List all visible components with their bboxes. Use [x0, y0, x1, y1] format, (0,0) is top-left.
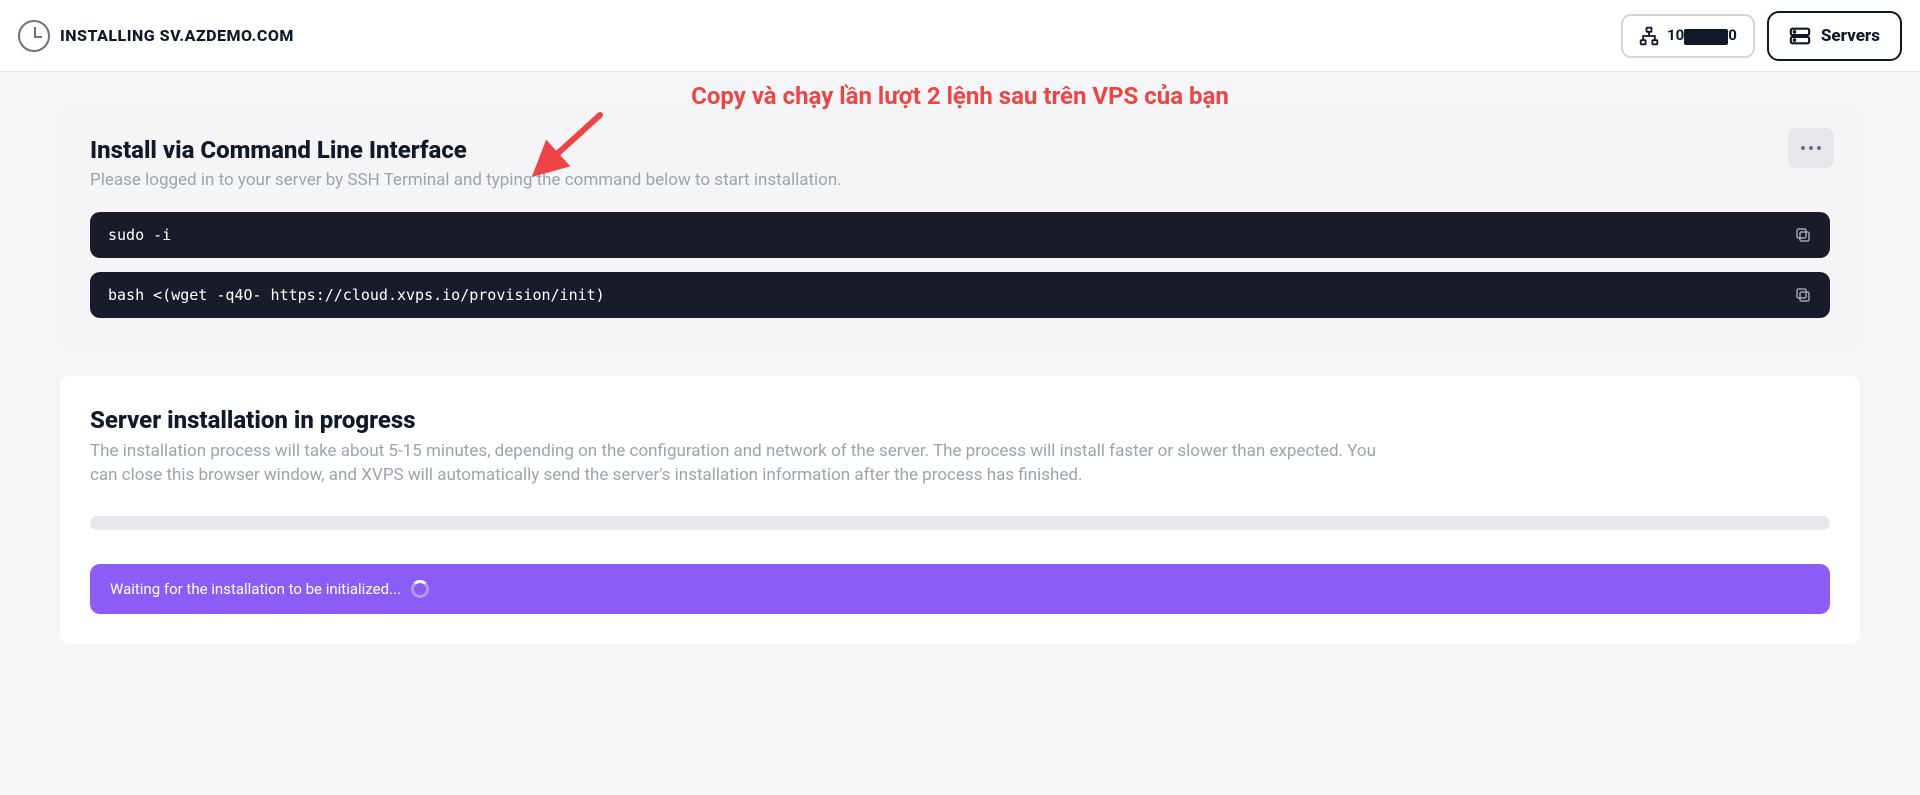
- command-block-2: bash <(wget -q4O- https://cloud.xvps.io/…: [90, 272, 1830, 318]
- instruction-arrow-icon: [530, 110, 610, 180]
- command-text: bash <(wget -q4O- https://cloud.xvps.io/…: [108, 286, 605, 304]
- command-block-1: sudo -i: [90, 212, 1830, 258]
- page-body: Install via Command Line Interface Pleas…: [0, 72, 1920, 678]
- header-right: 10 0 Servers: [1621, 11, 1902, 61]
- progress-subtext: The installation process will take about…: [90, 440, 1390, 488]
- ip-prefix: 10: [1667, 26, 1684, 44]
- cli-install-card: Install via Command Line Interface Pleas…: [60, 106, 1860, 348]
- cli-heading: Install via Command Line Interface: [90, 136, 1830, 164]
- status-banner: Waiting for the installation to be initi…: [90, 564, 1830, 614]
- ip-suffix: 0: [1728, 26, 1737, 44]
- progress-bar: [90, 516, 1830, 530]
- servers-icon: [1789, 25, 1811, 47]
- ip-text: 10 0: [1667, 26, 1737, 44]
- progress-heading: Server installation in progress: [90, 406, 1830, 434]
- copy-icon: [1794, 286, 1812, 304]
- status-text: Waiting for the installation to be initi…: [110, 580, 401, 598]
- ip-badge[interactable]: 10 0: [1621, 14, 1755, 58]
- copy-command-button[interactable]: [1794, 286, 1812, 304]
- network-icon: [1639, 26, 1659, 46]
- copy-icon: [1794, 226, 1812, 244]
- app-header: INSTALLING SV.AZDEMO.COM 10 0 Servers: [0, 0, 1920, 72]
- header-left: INSTALLING SV.AZDEMO.COM: [18, 20, 294, 52]
- clock-icon: [18, 20, 50, 52]
- servers-button[interactable]: Servers: [1767, 11, 1902, 61]
- spinner-icon: [411, 580, 429, 598]
- card-actions-button[interactable]: [1788, 128, 1834, 168]
- ellipsis-icon: [1801, 146, 1821, 150]
- progress-card: Server installation in progress The inst…: [60, 376, 1860, 644]
- ip-redacted: [1684, 29, 1728, 45]
- copy-command-button[interactable]: [1794, 226, 1812, 244]
- cli-subtext: Please logged in to your server by SSH T…: [90, 170, 1830, 190]
- command-text: sudo -i: [108, 226, 171, 244]
- page-title: INSTALLING SV.AZDEMO.COM: [60, 26, 294, 45]
- servers-label: Servers: [1821, 26, 1880, 46]
